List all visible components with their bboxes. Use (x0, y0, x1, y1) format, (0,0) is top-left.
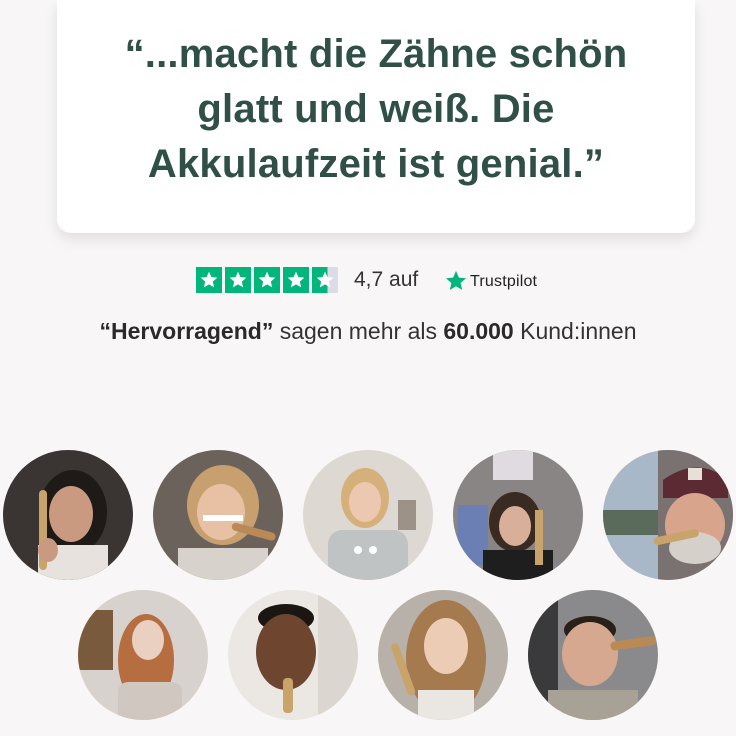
summary-middle: sagen mehr als (273, 318, 444, 344)
summary-tail: Kund:innen (513, 318, 637, 344)
customer-photo-4 (453, 450, 583, 580)
customer-photo-3 (303, 450, 433, 580)
summary-quote-word: “Hervorragend” (99, 318, 274, 344)
customer-photo-2 (153, 450, 283, 580)
star-icon (196, 267, 222, 293)
review-summary: “Hervorragend” sagen mehr als 60.000 Kun… (0, 318, 736, 345)
testimonial-line-1: “...macht die Zähne schön (124, 32, 628, 76)
star-icon (283, 267, 309, 293)
testimonial-line-3: Akkulaufzeit ist genial.” (147, 142, 605, 186)
star-icon (254, 267, 280, 293)
star-icon (225, 267, 251, 293)
trustpilot-star-icon (446, 271, 466, 290)
testimonial-line-2: glatt und weiß. Die (197, 87, 555, 131)
testimonial-card: “...macht die Zähne schön glatt und weiß… (57, 0, 695, 233)
trustpilot-rating[interactable]: 4,7 auf Trustpilot (0, 264, 736, 298)
trustpilot-logo-text: Trustpilot (470, 273, 538, 290)
customer-photo-7 (228, 590, 358, 720)
customer-photo-9 (528, 590, 658, 720)
customer-photo-5 (603, 450, 733, 580)
customer-count: 60.000 (443, 318, 514, 344)
customer-photo-1 (3, 450, 133, 580)
rating-score: 4,7 auf (354, 268, 419, 291)
customer-photo-6 (78, 590, 208, 720)
customer-photo-8 (378, 590, 508, 720)
partial-star-icon (312, 267, 338, 293)
rating-stars (196, 267, 338, 293)
